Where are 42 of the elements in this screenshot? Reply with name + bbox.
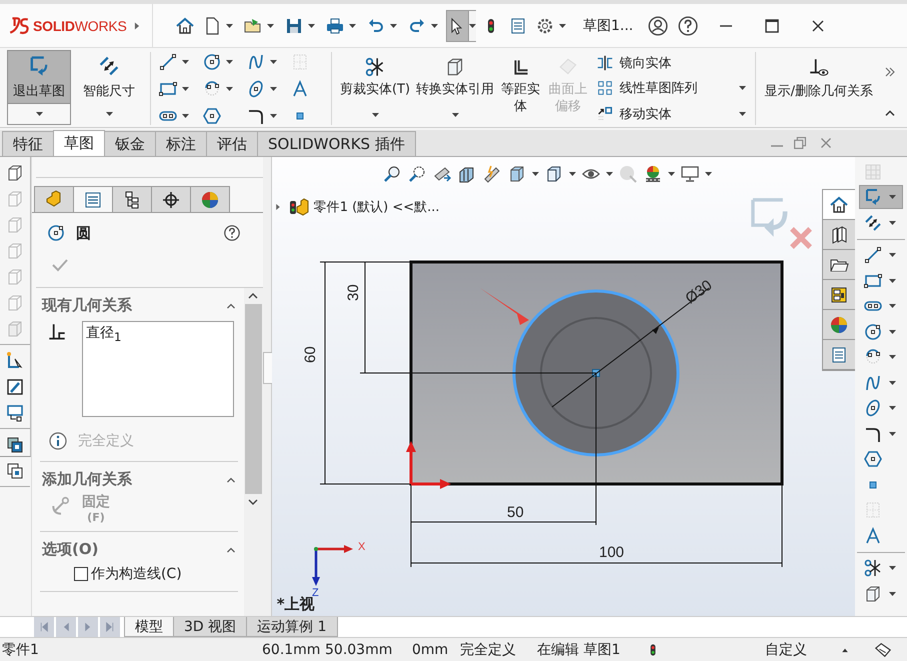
view-tab[interactable]: 模型 <box>124 617 174 637</box>
view-tab[interactable]: 3D 视图 <box>173 617 248 637</box>
move-button[interactable]: 移动实体 <box>596 105 746 124</box>
dimension-text[interactable]: 60 <box>302 346 319 363</box>
status-text[interactable]: 自定义 <box>765 640 807 658</box>
dimension-button[interactable]: 智能尺寸 <box>74 51 144 103</box>
section-title: 添加几何关系 <box>42 470 132 489</box>
ribbon-tab[interactable]: 评估 <box>206 131 258 156</box>
dimension-text[interactable]: Ø30 <box>682 276 715 308</box>
status-text: 60.1mm <box>262 642 320 658</box>
status-text: 在编辑 草图1 <box>537 640 620 658</box>
exit-sketch-button[interactable]: 退出草图 <box>8 51 70 103</box>
cube-button[interactable]: 转换实体引用 <box>413 50 498 127</box>
offset-button[interactable]: 等距实体 <box>497 50 544 127</box>
status-text: 完全定义 <box>78 432 134 450</box>
tree-item[interactable]: 零件1 (默认) <<默... <box>314 198 440 216</box>
relations-list[interactable]: 直径$_{1}$ <box>82 321 234 417</box>
pattern-button[interactable]: 线性草图阵列 <box>596 79 746 98</box>
status-text: 0mm <box>412 642 448 658</box>
mirror-button[interactable]: 镜向实体 <box>596 54 746 72</box>
ribbon-tab[interactable]: 草图 <box>53 130 105 156</box>
checkbox-label: 作为构造线(C) <box>90 565 182 583</box>
document-title: 草图1... <box>583 16 634 34</box>
section-title: 现有几何关系 <box>42 296 132 315</box>
ribbon-tab[interactable]: 特征 <box>2 131 54 156</box>
ribbon-tab[interactable]: SOLIDWORKS 插件 <box>257 131 416 156</box>
status-text: 50.03mm <box>325 642 392 658</box>
logo-text: SOLIDWORKS <box>33 18 127 34</box>
status-text: 零件1 <box>2 640 39 658</box>
dimension-text[interactable]: 100 <box>598 544 624 561</box>
axis-label: X <box>358 541 366 553</box>
panel-title: 圆 <box>76 224 91 242</box>
scissors-button[interactable]: 剪裁实体(T) <box>336 50 414 127</box>
list-item[interactable]: 直径$_{1}$ <box>86 324 230 344</box>
ribbon-tab[interactable]: 钣金 <box>104 131 156 156</box>
section-title: 选项(O) <box>42 540 98 559</box>
ribbon-tab[interactable]: 标注 <box>155 131 207 156</box>
dimension-text[interactable]: 50 <box>506 504 524 521</box>
view-tab[interactable]: 运动算例 1 <box>246 617 338 637</box>
dimension-text[interactable]: 30 <box>344 284 362 301</box>
relations-button[interactable]: 显示/删除几何关系 <box>760 50 877 100</box>
status-text: 完全定义 <box>460 640 516 658</box>
